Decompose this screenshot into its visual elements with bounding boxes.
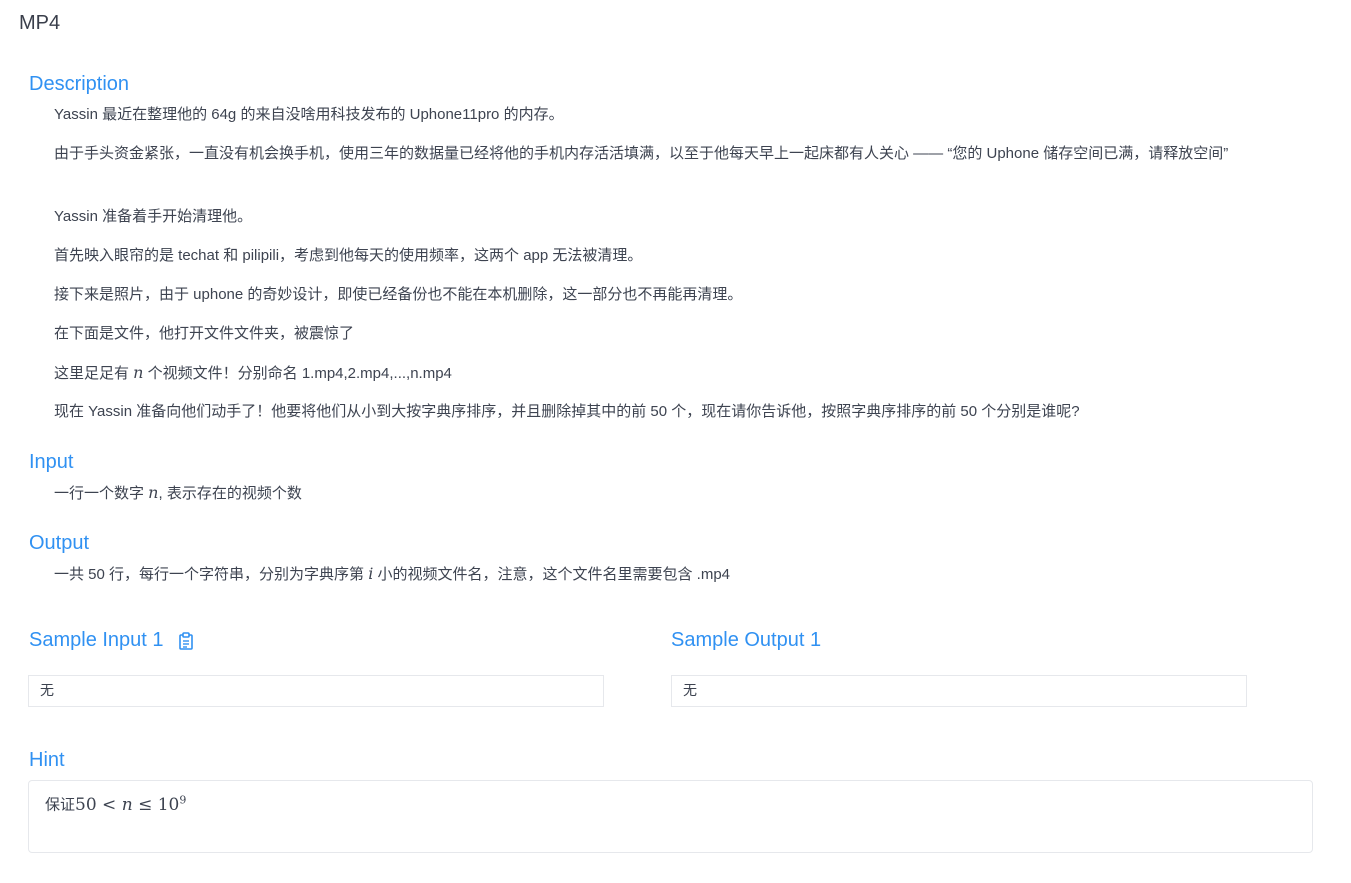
sample-input-heading: Sample Input 1 bbox=[29, 627, 194, 653]
description-paragraph: Yassin 最近在整理他的 64g 的来自没啥用科技发布的 Uphone11p… bbox=[54, 106, 564, 123]
input-text: , 表示存在的视频个数 bbox=[158, 485, 302, 502]
clipboard-icon[interactable] bbox=[178, 631, 194, 650]
math-variable: n bbox=[133, 363, 144, 382]
input-text: 一行一个数字 bbox=[54, 485, 149, 502]
math-variable: n bbox=[121, 794, 133, 815]
sample-input-label: Sample Input 1 bbox=[29, 629, 164, 651]
output-description: 一共 50 行，每行一个字符串，分别为字典序第 i 小的视频文件名，注意，这个文… bbox=[54, 562, 1294, 587]
math-operator: ≤ bbox=[132, 794, 158, 815]
math-variable: n bbox=[148, 483, 159, 502]
output-text: 小的视频文件名，注意，这个文件名里需要包含 .mp4 bbox=[373, 566, 731, 583]
problem-page: MP4 Description Yassin 最近在整理他的 64g 的来自没啥… bbox=[0, 0, 1351, 883]
description-paragraph: 接下来是照片，由于 uphone 的奇妙设计，即使已经备份也不能在本机删除，这一… bbox=[54, 286, 743, 303]
math-number: 10 bbox=[157, 794, 180, 815]
output-heading: Output bbox=[29, 532, 90, 554]
output-text: 一共 50 行，每行一个字符串，分别为字典序第 bbox=[54, 566, 369, 583]
description-paragraph: 现在 Yassin 准备向他们动手了！他要将他们从小到大按字典序排序，并且删除掉… bbox=[54, 403, 1080, 420]
sample-output-heading: Sample Output 1 bbox=[671, 627, 821, 653]
description-paragraph: 这里足足有 n 个视频文件！分别命名 1.mp4,2.mp4,...,n.mp4 bbox=[54, 361, 1294, 386]
problem-title: MP4 bbox=[19, 12, 61, 34]
sample-input-box[interactable]: 无 bbox=[28, 675, 604, 707]
hint-text: 保证 bbox=[45, 796, 76, 814]
description-paragraph: 首先映入眼帘的是 techat 和 pilipili，考虑到他每天的使用频率，这… bbox=[54, 247, 643, 264]
math-number: 50 bbox=[75, 794, 97, 815]
description-paragraph: 在下面是文件，他打开文件文件夹，被震惊了 bbox=[54, 325, 355, 342]
description-heading: Description bbox=[29, 73, 130, 95]
sample-output-label: Sample Output 1 bbox=[671, 629, 822, 651]
math-exponent: 9 bbox=[179, 793, 187, 806]
hint-heading: Hint bbox=[29, 749, 65, 771]
paragraph-text: 个视频文件！分别命名 1.mp4,2.mp4,...,n.mp4 bbox=[143, 365, 452, 382]
description-paragraph: 由于手头资金紧张，一直没有机会换手机，使用三年的数据量已经将他的手机内存活活填满… bbox=[54, 145, 1229, 162]
hint-box: 保证50 < n ≤ 109 bbox=[28, 780, 1313, 853]
hint-math: 50 < n ≤ 109 bbox=[75, 793, 187, 815]
input-heading: Input bbox=[29, 451, 74, 473]
input-description: 一行一个数字 n, 表示存在的视频个数 bbox=[54, 481, 1294, 506]
sample-output-box[interactable]: 无 bbox=[671, 675, 1247, 707]
math-operator: < bbox=[96, 794, 122, 815]
paragraph-text: 这里足足有 bbox=[54, 365, 134, 382]
description-paragraph: Yassin 准备着手开始清理他。 bbox=[54, 208, 253, 225]
